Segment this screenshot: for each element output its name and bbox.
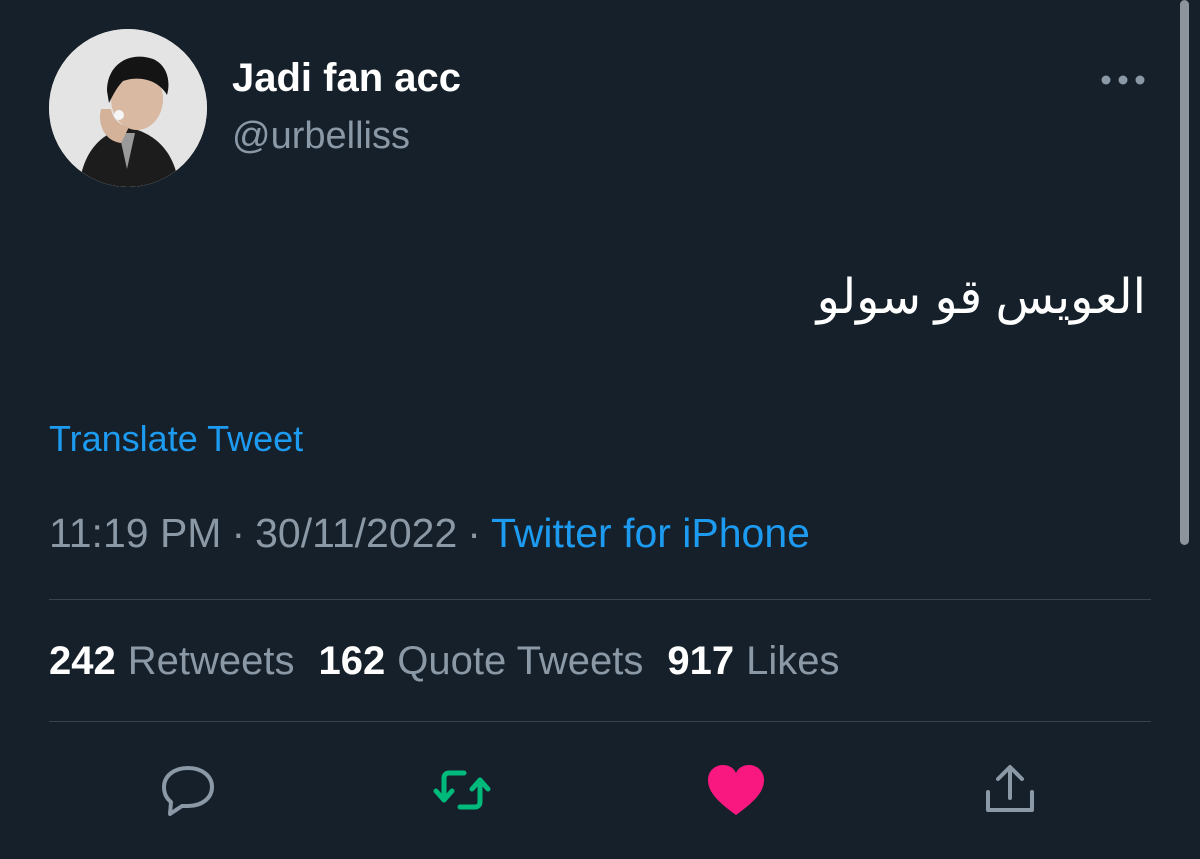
tweet-source-link[interactable]: Twitter for iPhone bbox=[491, 510, 810, 556]
retweets-stat[interactable]: 242 Retweets bbox=[49, 639, 295, 683]
meta-separator: · bbox=[231, 510, 246, 556]
tweet-date: 30/11/2022 bbox=[255, 510, 458, 556]
likes-stat[interactable]: 917 Likes bbox=[667, 639, 839, 683]
retweet-button[interactable] bbox=[430, 762, 494, 818]
engagement-stats: 242 Retweets 162 Quote Tweets 917 Likes bbox=[49, 641, 863, 681]
divider bbox=[49, 721, 1151, 722]
display-name[interactable]: Jadi fan acc bbox=[232, 58, 461, 98]
likes-count: 917 bbox=[667, 639, 735, 683]
share-icon bbox=[986, 765, 1034, 812]
quote-tweets-stat[interactable]: 162 Quote Tweets bbox=[319, 639, 644, 683]
tweet-time: 11:19 PM bbox=[49, 510, 222, 556]
share-button[interactable] bbox=[978, 762, 1042, 818]
heart-icon bbox=[708, 765, 764, 815]
translate-tweet-link[interactable]: Translate Tweet bbox=[49, 421, 303, 457]
scrollbar[interactable] bbox=[1180, 0, 1189, 545]
meta-separator: · bbox=[467, 510, 481, 556]
likes-label: Likes bbox=[746, 639, 840, 683]
reply-button[interactable] bbox=[156, 762, 220, 818]
retweets-count: 242 bbox=[49, 639, 116, 683]
more-options-icon[interactable] bbox=[1098, 68, 1148, 92]
avatar[interactable] bbox=[49, 29, 207, 187]
profile-photo-icon bbox=[49, 29, 207, 187]
user-handle[interactable]: @urbelliss bbox=[232, 117, 410, 155]
tweet-text: العويس قو سولو bbox=[816, 271, 1146, 324]
retweets-label: Retweets bbox=[127, 639, 295, 683]
quote-tweets-label: Quote Tweets bbox=[397, 639, 644, 683]
quote-tweets-count: 162 bbox=[318, 639, 386, 683]
like-button[interactable] bbox=[704, 762, 768, 818]
tweet-meta: 11:19 PM · 30/11/2022 · Twitter for iPhone bbox=[49, 513, 810, 554]
retweet-icon bbox=[433, 770, 491, 810]
divider bbox=[49, 599, 1151, 600]
speech-bubble-icon bbox=[162, 766, 214, 816]
